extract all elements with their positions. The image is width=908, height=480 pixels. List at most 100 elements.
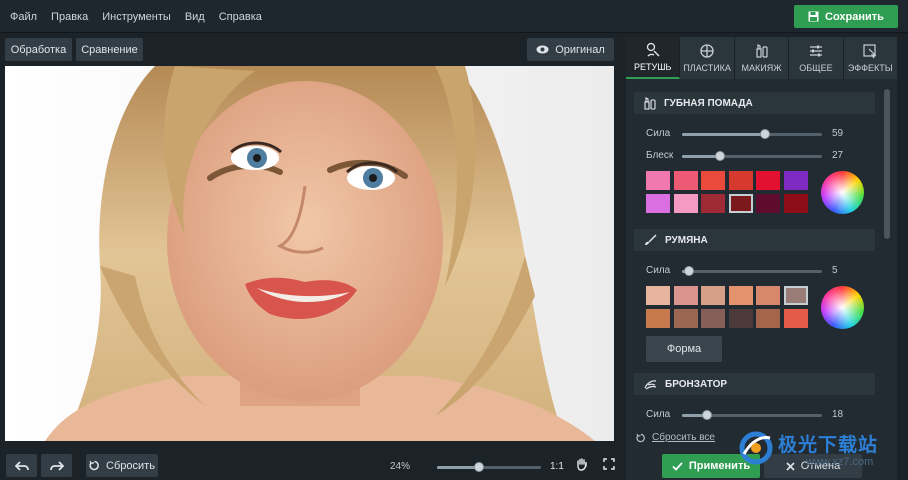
- blush-strength-slider[interactable]: [682, 266, 822, 276]
- blush-swatch[interactable]: [673, 309, 698, 328]
- reset-all-label: Сбросить все: [652, 432, 715, 443]
- menu: Файл Правка Инструменты Вид Справка: [10, 0, 262, 33]
- tab-plastic[interactable]: ПЛАСТИКА: [680, 37, 735, 79]
- menu-file[interactable]: Файл: [10, 11, 37, 23]
- lipstick-swatch[interactable]: [728, 171, 753, 190]
- fullscreen-button[interactable]: [603, 458, 615, 473]
- lipstick-strength-slider[interactable]: [682, 129, 822, 139]
- blush-swatch[interactable]: [728, 309, 753, 328]
- tab-effects[interactable]: ЭФФЕКТЫ: [844, 37, 897, 79]
- blush-swatch[interactable]: [783, 286, 808, 305]
- lipstick-swatch[interactable]: [701, 171, 725, 190]
- bronzer-strength-slider[interactable]: [682, 410, 822, 420]
- lipstick-gloss-value: 27: [832, 150, 844, 161]
- lipstick-swatch[interactable]: [756, 171, 780, 190]
- redo-button[interactable]: [41, 454, 72, 477]
- lipstick-swatch[interactable]: [728, 194, 753, 213]
- processing-label: Обработка: [10, 43, 67, 56]
- tab-makeup[interactable]: МАКИЯЖ: [735, 37, 790, 79]
- processing-button[interactable]: Обработка: [5, 38, 72, 61]
- zoom-slider-fill: [437, 466, 479, 469]
- blush-color-wheel[interactable]: [821, 286, 864, 329]
- lipstick-section-header[interactable]: ГУБНАЯ ПОМАДА: [634, 92, 875, 114]
- effects-icon: [863, 44, 877, 59]
- retouch-brush-icon: [646, 42, 660, 57]
- zoom-slider-thumb[interactable]: [473, 462, 484, 472]
- lipstick-strength-thumb[interactable]: [759, 129, 770, 139]
- tab-retouch-label: РЕТУШЬ: [634, 62, 672, 72]
- watermark-url: www.xz7.com: [806, 456, 874, 468]
- bronzer-section-header[interactable]: БРОНЗАТОР: [634, 373, 875, 395]
- plastic-target-icon: [700, 44, 714, 58]
- zoom-slider[interactable]: [437, 462, 541, 472]
- blush-shape-button[interactable]: Форма: [646, 336, 722, 362]
- undo-button[interactable]: [6, 454, 37, 477]
- lipstick-gloss-thumb[interactable]: [714, 151, 725, 161]
- menu-help[interactable]: Справка: [219, 11, 262, 23]
- undo-icon: [14, 460, 29, 471]
- panel-scrollbar[interactable]: [884, 89, 890, 239]
- tab-effects-label: ЭФФЕКТЫ: [847, 63, 893, 73]
- compare-button[interactable]: Сравнение: [76, 38, 143, 61]
- floppy-disk-icon: [808, 11, 819, 22]
- blush-strength-thumb[interactable]: [684, 266, 694, 276]
- check-icon: [672, 461, 683, 471]
- lipstick-swatch[interactable]: [673, 194, 698, 213]
- save-button[interactable]: Сохранить: [794, 5, 898, 28]
- blush-swatch[interactable]: [646, 309, 670, 328]
- lipstick-icon: [644, 96, 656, 110]
- menu-bar: Файл Правка Инструменты Вид Справка: [0, 0, 908, 33]
- original-button[interactable]: Оригинал: [527, 38, 614, 61]
- sliders-icon: [809, 45, 822, 57]
- lipstick-strength-fill: [682, 133, 765, 136]
- lipstick-swatch[interactable]: [756, 194, 780, 213]
- redo-icon: [49, 460, 64, 471]
- bronzer-icon: [644, 379, 657, 390]
- watermark: 极光下载站 www.xz7.com: [734, 426, 904, 474]
- blush-swatch[interactable]: [756, 309, 780, 328]
- lipstick-color-wheel[interactable]: [821, 171, 864, 214]
- menu-view[interactable]: Вид: [185, 11, 205, 23]
- fullscreen-icon: [603, 458, 615, 470]
- blush-swatch[interactable]: [756, 286, 780, 305]
- menu-edit[interactable]: Правка: [51, 11, 88, 23]
- tab-general-label: ОБЩЕЕ: [799, 63, 833, 73]
- lipstick-swatch[interactable]: [701, 194, 725, 213]
- eye-icon: [536, 45, 549, 54]
- portrait-photo: [5, 66, 614, 441]
- blush-shape-label: Форма: [666, 343, 702, 355]
- ratio-button[interactable]: 1:1: [550, 461, 564, 472]
- watermark-title: 极光下载站: [778, 434, 879, 456]
- lipstick-swatch[interactable]: [673, 171, 698, 190]
- hand-icon: [577, 458, 587, 471]
- tab-general[interactable]: ОБЩЕЕ: [789, 37, 844, 79]
- original-label: Оригинал: [555, 43, 605, 56]
- menu-tools[interactable]: Инструменты: [102, 11, 171, 23]
- reset-icon: [636, 433, 645, 442]
- lipstick-gloss-slider[interactable]: [682, 151, 822, 161]
- tab-bar: РЕТУШЬ ПЛАСТИКА МАКИЯЖ ОБЩЕЕ ЭФФЕКТЫ: [626, 37, 897, 79]
- blush-strength-label: Сила: [646, 265, 671, 276]
- lipstick-swatch[interactable]: [646, 171, 670, 190]
- reset-all-link[interactable]: Сбросить все: [636, 432, 715, 443]
- blush-swatch[interactable]: [701, 309, 725, 328]
- photo-canvas[interactable]: [5, 66, 614, 441]
- hand-tool-button[interactable]: [576, 458, 588, 474]
- blush-swatch[interactable]: [728, 286, 753, 305]
- blush-section-header[interactable]: РУМЯНА: [634, 229, 875, 251]
- tab-retouch[interactable]: РЕТУШЬ: [626, 37, 681, 79]
- lipstick-strength-label: Сила: [646, 128, 671, 139]
- reset-button[interactable]: Сбросить: [86, 454, 158, 477]
- save-label: Сохранить: [825, 10, 884, 23]
- blush-swatch[interactable]: [701, 286, 725, 305]
- lipstick-swatch[interactable]: [783, 194, 808, 213]
- blush-swatch[interactable]: [783, 309, 808, 328]
- reset-label: Сбросить: [106, 459, 155, 472]
- zoom-label: 24%: [390, 461, 411, 472]
- bronzer-strength-label: Сила: [646, 409, 671, 420]
- lipstick-strength-value: 59: [832, 128, 844, 139]
- lipstick-swatch[interactable]: [783, 171, 808, 190]
- lipstick-swatch[interactable]: [646, 194, 670, 213]
- blush-swatch[interactable]: [646, 286, 670, 305]
- blush-swatch[interactable]: [673, 286, 698, 305]
